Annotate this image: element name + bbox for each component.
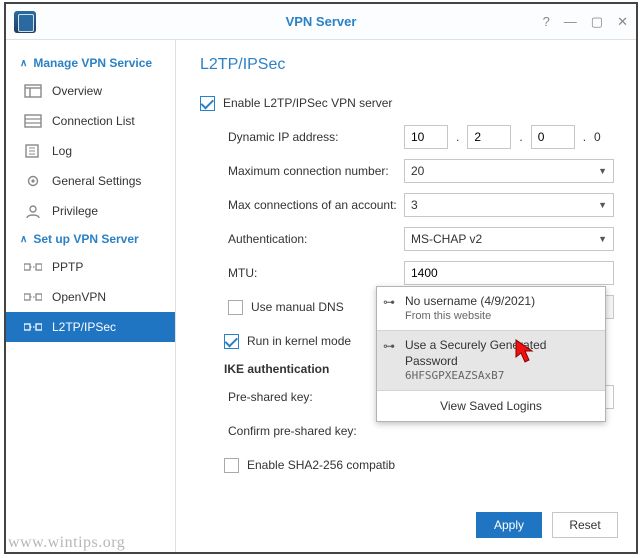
manual-dns-checkbox[interactable] (228, 300, 243, 315)
max-conn-select[interactable]: 20 ▼ (404, 159, 614, 183)
sidebar-item-privilege[interactable]: Privilege (6, 196, 175, 226)
sidebar-item-openvpn[interactable]: OpenVPN (6, 282, 175, 312)
sidebar-item-label: PPTP (52, 260, 83, 274)
chevron-up-icon: ∧ (20, 234, 27, 245)
dot: . (452, 130, 463, 144)
enable-l2tp-label: Enable L2TP/IPSec VPN server (223, 96, 392, 110)
mtu-label: MTU: (224, 266, 404, 280)
auth-label: Authentication: (224, 232, 404, 246)
close-icon[interactable]: ✕ (617, 14, 628, 30)
popup-view-logins-label: View Saved Logins (440, 399, 542, 413)
sidebar-item-label: L2TP/IPSec (52, 320, 116, 334)
kernel-mode-label: Run in kernel mode (247, 334, 351, 348)
reset-label: Reset (569, 518, 600, 532)
sidebar-item-pptp[interactable]: PPTP (6, 252, 175, 282)
sidebar-item-label: Privilege (52, 204, 98, 218)
log-icon (24, 144, 42, 158)
dyn-ip-b-input[interactable] (467, 125, 511, 149)
auth-select[interactable]: MS-CHAP v2 ▼ (404, 227, 614, 251)
sidebar-item-general-settings[interactable]: General Settings (6, 166, 175, 196)
l2tp-icon (24, 320, 42, 334)
list-icon (24, 114, 42, 128)
dot: . (515, 130, 526, 144)
minimize-icon[interactable]: — (564, 14, 577, 30)
dot: . (579, 130, 590, 144)
sha-compat-label: Enable SHA2-256 compatib (247, 458, 395, 472)
app-icon (14, 11, 36, 33)
popup-generate-value: 6HFSGPXEAZSAxB7 (405, 369, 597, 384)
password-popup: ⊶ No username (4/9/2021) From this websi… (376, 286, 606, 422)
maximize-icon[interactable]: ▢ (591, 14, 603, 30)
popup-generate-title: Use a Securely Generated Password (405, 337, 597, 369)
max-acc-select[interactable]: 3 ▼ (404, 193, 614, 217)
page-title: L2TP/IPSec (200, 56, 614, 74)
dyn-ip-d-static: 0 (594, 130, 601, 144)
sidebar-group-setup[interactable]: ∧ Set up VPN Server (6, 226, 175, 252)
apply-label: Apply (494, 518, 524, 532)
titlebar: VPN Server ? — ▢ ✕ (6, 4, 636, 40)
sidebar-group-manage[interactable]: ∧ Manage VPN Service (6, 50, 175, 76)
chevron-down-icon: ▼ (598, 200, 607, 210)
sidebar-item-l2tp[interactable]: L2TP/IPSec (6, 312, 175, 342)
auth-value: MS-CHAP v2 (411, 232, 482, 246)
confirm-psk-label: Confirm pre-shared key: (224, 424, 404, 438)
kernel-mode-checkbox[interactable] (224, 334, 239, 349)
dyn-ip-a-input[interactable] (404, 125, 448, 149)
overview-icon (24, 84, 42, 98)
max-acc-label: Max connections of an account: (224, 198, 404, 212)
sidebar-item-label: Connection List (52, 114, 135, 128)
sidebar-item-log[interactable]: Log (6, 136, 175, 166)
gear-icon (24, 174, 42, 188)
sidebar-item-label: Overview (52, 84, 102, 98)
user-icon (24, 204, 42, 218)
pptp-icon (24, 260, 42, 274)
help-icon[interactable]: ? (543, 14, 550, 30)
popup-no-username-sub: From this website (405, 309, 597, 324)
key-icon: ⊶ (383, 338, 395, 354)
popup-no-username[interactable]: ⊶ No username (4/9/2021) From this websi… (377, 287, 605, 330)
window-title: VPN Server (6, 14, 636, 29)
chevron-up-icon: ∧ (20, 58, 27, 69)
reset-button[interactable]: Reset (552, 512, 618, 538)
popup-view-logins[interactable]: View Saved Logins (377, 390, 605, 421)
sidebar-item-label: OpenVPN (52, 290, 106, 304)
sidebar: ∧ Manage VPN Service Overview Connection… (6, 40, 176, 552)
sidebar-group-label: Manage VPN Service (33, 56, 152, 70)
max-conn-label: Maximum connection number: (224, 164, 404, 178)
sidebar-item-label: Log (52, 144, 72, 158)
max-conn-value: 20 (411, 164, 424, 178)
manual-dns-label: Use manual DNS (251, 300, 344, 314)
popup-generate-password[interactable]: ⊶ Use a Securely Generated Password 6HFS… (377, 330, 605, 390)
mtu-input[interactable] (404, 261, 614, 285)
sidebar-item-label: General Settings (52, 174, 141, 188)
sidebar-item-overview[interactable]: Overview (6, 76, 175, 106)
openvpn-icon (24, 290, 42, 304)
popup-no-username-title: No username (4/9/2021) (405, 293, 597, 309)
max-acc-value: 3 (411, 198, 418, 212)
sidebar-group-label: Set up VPN Server (33, 232, 138, 246)
key-icon: ⊶ (383, 294, 395, 310)
chevron-down-icon: ▼ (598, 234, 607, 244)
sidebar-item-connection-list[interactable]: Connection List (6, 106, 175, 136)
dyn-ip-label: Dynamic IP address: (224, 130, 404, 144)
enable-l2tp-checkbox[interactable] (200, 96, 215, 111)
apply-button[interactable]: Apply (476, 512, 542, 538)
chevron-down-icon: ▼ (598, 166, 607, 176)
dyn-ip-c-input[interactable] (531, 125, 575, 149)
sha-compat-checkbox[interactable] (224, 458, 239, 473)
